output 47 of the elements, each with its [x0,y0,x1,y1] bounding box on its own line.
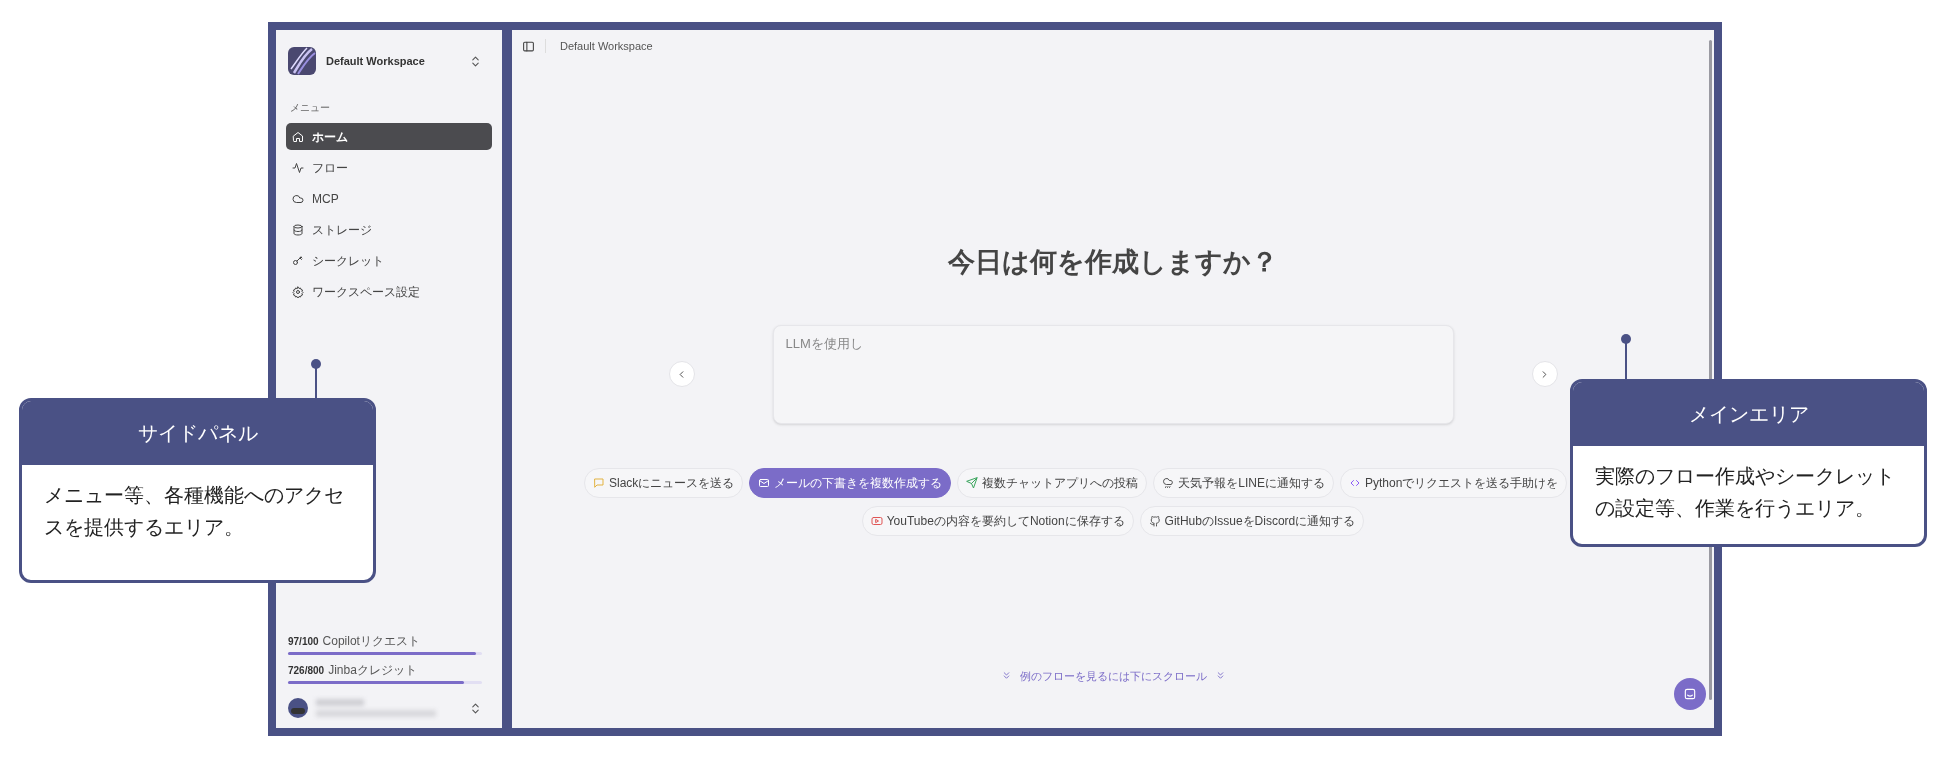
workspace-name: Default Workspace [326,53,426,69]
callout-text: メニュー等、各種機能へのアクセスを提供するエリア。 [43,483,345,540]
sidebar-item[interactable]: シークレット [286,247,492,274]
mail-icon [758,476,771,489]
usage-count: 97/100 [288,635,319,649]
chevrons-icon[interactable] [469,701,482,715]
message-icon [593,476,605,489]
avatar-icon[interactable] [288,698,308,718]
suggestion-chip[interactable]: メールの下書きを複数作成する [749,467,952,498]
chat-icon [1683,687,1697,701]
cloud-rain-icon [1162,476,1175,489]
activity-icon [292,161,304,174]
settings-icon [292,285,304,298]
workspace-logo [288,47,316,75]
breadcrumb: Default Workspace [560,38,653,54]
usage-count: 726/800 [288,664,325,678]
sidebar-item[interactable]: MCP [286,185,492,212]
prompt-input[interactable]: LLMを使用し [772,324,1454,424]
sidebar-item[interactable]: ホーム [286,123,492,150]
suggestion-chip[interactable]: Pythonでリクエストを送る手助けを [1340,467,1568,498]
suggestion-chip[interactable]: 天気予報をLINEに通知する [1153,467,1335,498]
home-icon [292,130,304,143]
blurred-name [316,699,364,706]
chevrons-icon[interactable] [469,54,482,68]
suggestion-chip[interactable]: Slackにニュースを送る [584,467,744,498]
callout-title: メインエリア [1573,382,1924,446]
callout-title: サイドパネル [22,401,373,465]
sidebar-item[interactable]: ワークスペース設定 [286,278,492,305]
suggestion-chip[interactable]: GitHubのIssueをDiscordに通知する [1139,505,1365,536]
usage-label: Copilotリクエスト [322,633,420,650]
cloud-icon [292,192,304,205]
send-icon [966,476,979,489]
chat-button[interactable] [1674,678,1706,710]
database-icon [292,223,304,236]
suggestion-chip[interactable]: 複数チャットアプリへの投稿 [957,467,1148,498]
sidebar-toggle-icon[interactable] [522,39,535,53]
key-icon [292,254,304,267]
usage-label: Jinbaクレジット [328,662,417,679]
sidebar-item[interactable]: ストレージ [286,216,492,243]
suggestion-chip[interactable]: YouTubeの内容を要約してNotionに保存する [861,505,1134,536]
video-icon [870,514,883,527]
page-heading: 今日は何を作成しますか？ [948,246,1278,279]
menu-label: メニュー [289,101,331,115]
github-icon [1148,514,1161,527]
callout-text: 実際のフロー作成やシークレットの設定等、作業を行うエリア。 [1594,464,1896,521]
scroll-hint: 例のフローを見るには下にスクロール [1019,668,1207,684]
sidebar-item[interactable]: フロー [286,154,492,181]
